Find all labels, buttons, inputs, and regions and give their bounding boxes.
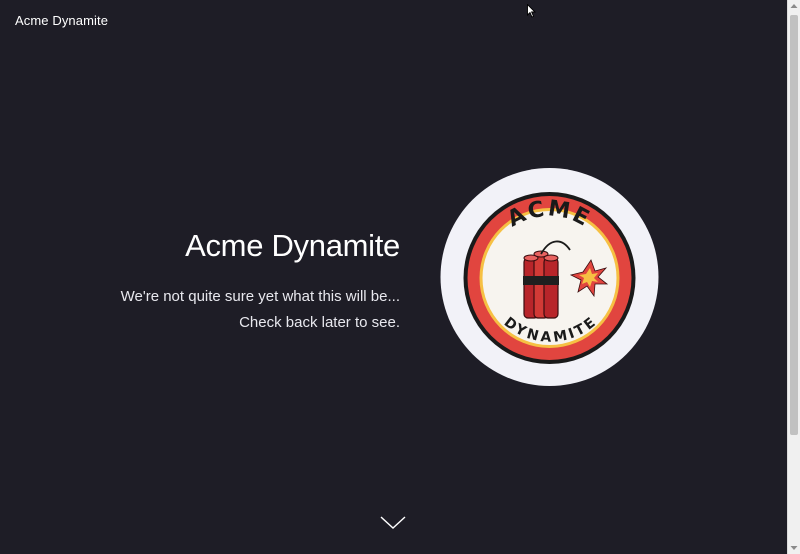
logo-svg: ACME DYNAMITE — [440, 168, 659, 386]
vertical-scrollbar[interactable] — [787, 0, 800, 554]
hero-tagline-line-2: Check back later to see. — [239, 314, 400, 331]
acme-dynamite-logo: ACME DYNAMITE — [440, 168, 659, 386]
scroll-down-arrow-icon[interactable] — [788, 541, 800, 554]
chevron-down-icon — [380, 516, 406, 529]
hero-title: Acme Dynamite — [185, 228, 400, 263]
scroll-up-arrow-icon[interactable] — [788, 0, 800, 13]
page: Acme Dynamite Acme Dynamite We're not qu… — [0, 0, 787, 554]
hero-tagline-line-1: We're not quite sure yet what this will … — [120, 288, 400, 305]
hero-text: Acme Dynamite We're not quite sure yet w… — [120, 228, 401, 336]
site-brand-link[interactable]: Acme Dynamite — [15, 13, 108, 28]
scrollbar-thumb[interactable] — [790, 15, 798, 435]
mouse-pointer-icon — [527, 3, 537, 18]
scroll-down-button[interactable] — [379, 514, 407, 532]
